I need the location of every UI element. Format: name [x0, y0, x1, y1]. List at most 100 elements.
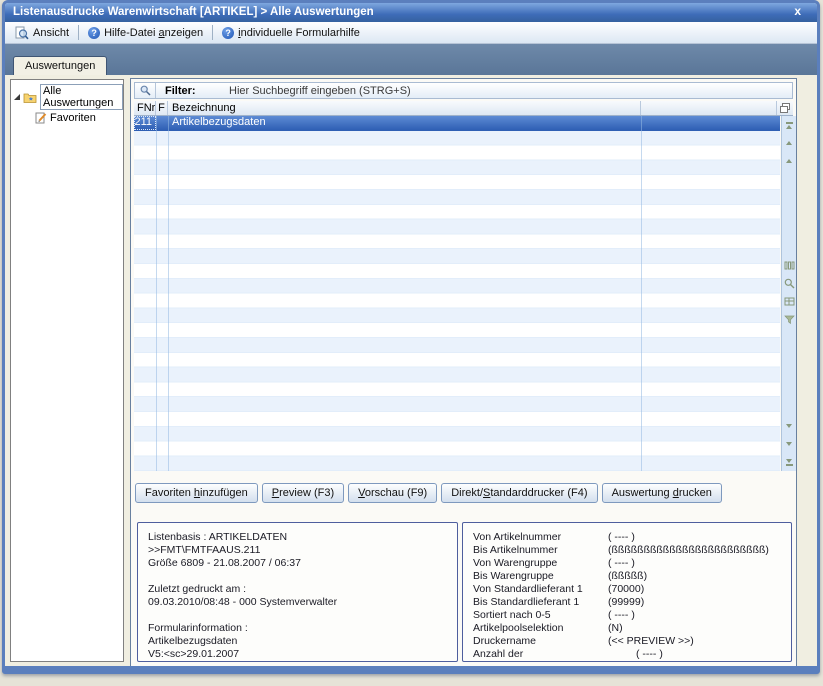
vertical-scrollbar[interactable] — [781, 116, 796, 471]
parameter-label: Druckername — [473, 635, 608, 648]
columns-icon[interactable] — [782, 258, 796, 272]
parameter-label: Von Standardlieferant 1 — [473, 583, 608, 596]
tree-item-label: Favoriten — [50, 112, 96, 124]
info-line: 09.03.2010/08:48 - 000 Systemverwalter — [148, 596, 447, 609]
auswertung-drucken-button[interactable]: Auswertung drucken — [602, 483, 722, 503]
toolbar-item-hilfe-datei[interactable]: ? Hilfe-Datei anzeigen — [82, 25, 209, 41]
favoriten-hinzufuegen-button[interactable]: Favoriten hinzufügen — [135, 483, 258, 503]
grid-line — [168, 116, 169, 471]
action-buttons: Favoriten hinzufügen Preview (F3) Vorsch… — [135, 483, 722, 503]
parameter-label: Von Warengruppe — [473, 557, 608, 570]
tree-item-label: Alle Auswertungen — [40, 84, 123, 110]
parameter-value: (99999) — [608, 596, 781, 609]
filter-funnel-icon[interactable] — [782, 312, 796, 326]
info-line: Größe 6809 - 21.08.2007 / 06:37 — [148, 557, 447, 570]
search-icon — [135, 83, 156, 98]
content-area: Alle Auswertungen Favoriten — [5, 75, 817, 666]
parameter-value: (N) — [608, 622, 781, 635]
info-line: Formularinformation : — [148, 622, 447, 635]
info-line: Artikelbezugsdaten — [148, 635, 447, 648]
toolbar: Ansicht ? Hilfe-Datei anzeigen ? individ… — [5, 22, 817, 44]
column-header-f[interactable]: F — [156, 101, 168, 115]
column-header-empty — [641, 101, 777, 115]
preview-button[interactable]: Preview (F3) — [262, 483, 344, 503]
navigation-tree: Alle Auswertungen Favoriten — [10, 79, 124, 662]
parameter-label: Anzahl der Druckwiederholungen — [473, 648, 608, 662]
parameter-label: Bis Artikelnummer — [473, 544, 608, 557]
parameter-row: Bis Warengruppe (ßßßßß) — [473, 570, 781, 583]
parameter-label: Sortiert nach 0-5 — [473, 609, 608, 622]
grid-body: 211 Artikelbezugsdaten — [134, 116, 780, 471]
filter-input[interactable] — [227, 84, 792, 98]
grid-line — [156, 116, 157, 471]
parameter-value: (<< PREVIEW >>) — [608, 635, 781, 648]
info-line — [148, 570, 447, 583]
toolbar-item-formularhilfe[interactable]: ? individuelle Formularhilfe — [216, 25, 366, 41]
scroll-down-small-icon[interactable] — [782, 437, 796, 451]
favorites-edit-icon — [35, 112, 47, 124]
parameter-value: ( ---- ) — [608, 648, 781, 662]
parameter-row: Bis Artikelnummer (ßßßßßßßßßßßßßßßßßßßßß… — [473, 544, 781, 557]
info-line: Listenbasis : ARTIKELDATEN — [148, 531, 447, 544]
parameter-value: (70000) — [608, 583, 781, 596]
parameter-row: Artikelpoolselektion (N) — [473, 622, 781, 635]
close-button[interactable]: x — [790, 3, 805, 22]
direkt-standarddrucker-button[interactable]: Direkt/Standarddrucker (F4) — [441, 483, 597, 503]
toolbar-item-ansicht[interactable]: Ansicht — [9, 24, 75, 42]
title-bar: Listenausdrucke Warenwirtschaft [ARTIKEL… — [5, 3, 817, 22]
tab-strip: Auswertungen — [5, 44, 817, 75]
app-window: Listenausdrucke Warenwirtschaft [ARTIKEL… — [2, 0, 820, 674]
parameter-row: Bis Standardlieferant 1 (99999) — [473, 596, 781, 609]
parameter-label: Von Artikelnummer — [473, 531, 608, 544]
parameter-row: Anzahl der Druckwiederholungen ( ---- ) — [473, 648, 781, 662]
table-row-selected[interactable]: 211 Artikelbezugsdaten — [134, 116, 780, 131]
column-header-fnr[interactable]: FNr — [134, 101, 156, 115]
help-circle-icon: ? — [88, 27, 100, 39]
parameter-row: Von Standardlieferant 1 (70000) — [473, 583, 781, 596]
tree-item-favoriten[interactable]: Favoriten — [11, 112, 123, 124]
search-grid-icon[interactable] — [782, 276, 796, 290]
help-circle-icon: ? — [222, 27, 234, 39]
info-line: >>FMT\FMTFAAUS.211 — [148, 544, 447, 557]
parameter-row: Sortiert nach 0-5 ( ---- ) — [473, 609, 781, 622]
screen: Listenausdrucke Warenwirtschaft [ARTIKEL… — [0, 0, 823, 686]
main-panel: Filter: FNr F Bezeichnung — [130, 78, 797, 667]
toolbar-separator — [212, 25, 213, 40]
parameter-value: ( ---- ) — [608, 609, 781, 622]
parameter-label: Artikelpoolselektion — [473, 622, 608, 635]
column-chooser-icon[interactable] — [777, 101, 793, 115]
parameter-value: (ßßßßß) — [608, 570, 781, 583]
tab-auswertungen[interactable]: Auswertungen — [13, 56, 107, 75]
scroll-to-bottom-icon[interactable] — [782, 455, 796, 469]
parameter-value: ( ---- ) — [608, 557, 781, 570]
scroll-up-small-icon[interactable] — [782, 154, 796, 168]
tree-expand-icon[interactable] — [14, 94, 20, 100]
parameter-value: ( ---- ) — [608, 531, 781, 544]
parameter-row: Von Warengruppe ( ---- ) — [473, 557, 781, 570]
scroll-down-icon[interactable] — [782, 419, 796, 433]
scroll-up-icon[interactable] — [782, 136, 796, 150]
info-line — [148, 609, 447, 622]
parameter-label: Bis Warengruppe — [473, 570, 608, 583]
grid-header: FNr F Bezeichnung — [134, 101, 793, 116]
folder-reports-icon — [23, 92, 37, 103]
tree-item-alle-auswertungen[interactable]: Alle Auswertungen — [11, 84, 123, 110]
column-header-bezeichnung[interactable]: Bezeichnung — [168, 101, 641, 115]
window-title: Listenausdrucke Warenwirtschaft [ARTIKEL… — [13, 6, 374, 18]
filter-bar: Filter: — [134, 82, 793, 99]
parameter-label: Bis Standardlieferant 1 — [473, 596, 608, 609]
grid-line — [641, 116, 642, 471]
parameter-row: Druckername (<< PREVIEW >>) — [473, 635, 781, 648]
list-info-panel: Listenbasis : ARTIKELDATEN>>FMT\FMTFAAUS… — [137, 522, 458, 662]
vorschau-button[interactable]: Vorschau (F9) — [348, 483, 437, 503]
magnifier-document-icon — [15, 26, 29, 40]
parameter-info-panel: Von Artikelnummer ( ---- ) Bis Artikelnu… — [462, 522, 792, 662]
summary-icon[interactable] — [782, 294, 796, 308]
parameter-value: (ßßßßßßßßßßßßßßßßßßßßßßßß) — [608, 544, 781, 557]
parameter-row: Von Artikelnummer ( ---- ) — [473, 531, 781, 544]
info-line: V5:<sc>29.01.2007 — [148, 648, 447, 661]
filter-label: Filter: — [165, 85, 227, 97]
info-line: Zuletzt gedruckt am : — [148, 583, 447, 596]
scroll-to-top-icon[interactable] — [782, 118, 796, 132]
toolbar-separator — [78, 25, 79, 40]
